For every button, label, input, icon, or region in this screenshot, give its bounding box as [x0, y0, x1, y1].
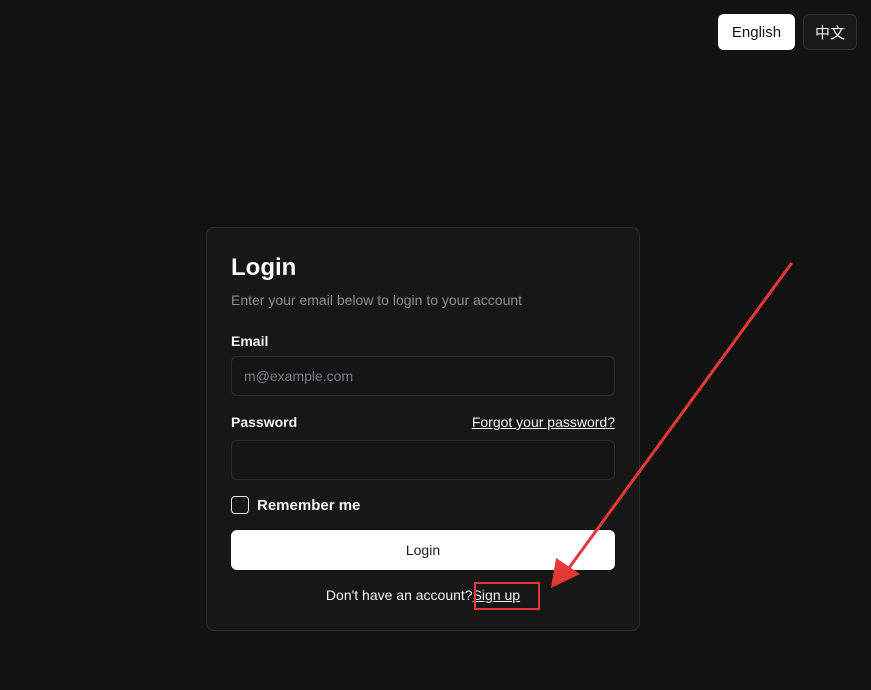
login-title: Login	[231, 254, 297, 281]
signup-row: Don't have an account?Sign up	[207, 587, 639, 603]
language-chinese-button[interactable]: 中文	[803, 14, 857, 50]
login-subtitle: Enter your email below to login to your …	[231, 292, 523, 308]
password-label: Password	[231, 414, 298, 430]
remember-me-row: Remember me	[231, 496, 360, 514]
email-input[interactable]	[231, 356, 615, 396]
login-card: Login Enter your email below to login to…	[206, 227, 640, 631]
login-button[interactable]: Login	[231, 530, 615, 570]
login-page: English 中文 Login Enter your email below …	[0, 0, 871, 690]
password-input[interactable]	[231, 440, 615, 480]
remember-me-checkbox[interactable]	[231, 496, 249, 514]
signup-link[interactable]: Sign up	[473, 587, 520, 603]
email-label: Email	[231, 333, 269, 349]
language-english-button[interactable]: English	[718, 14, 795, 50]
remember-me-label[interactable]: Remember me	[257, 497, 360, 514]
signup-prompt: Don't have an account?	[325, 587, 473, 603]
forgot-password-link[interactable]: Forgot your password?	[472, 414, 615, 430]
